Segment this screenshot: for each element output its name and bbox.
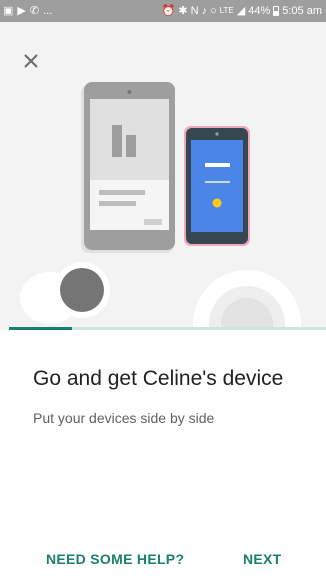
wifi-icon: ○ — [210, 4, 217, 17]
battery-percent: 44% — [248, 5, 271, 17]
bluetooth-icon: ✱ — [178, 4, 188, 17]
status-time: 5:05 am — [282, 5, 322, 17]
setup-screen: ▣ ▶ ✆ ... ⏰ ✱ N ♪ ○ LTE ◢ 44% 5:05 am Go… — [0, 0, 326, 579]
status-bar-notifications: ▣ ▶ ✆ ... — [3, 5, 52, 17]
battery-icon — [273, 6, 280, 16]
alarm-icon: ⏰ — [161, 4, 176, 17]
close-button[interactable] — [20, 50, 42, 72]
next-button[interactable]: NEXT — [243, 551, 282, 567]
whatsapp-icon: ✆ — [29, 4, 40, 17]
play-store-icon: ▶ — [17, 4, 26, 17]
phone-illustration — [184, 126, 250, 246]
illustration-svg — [20, 82, 301, 330]
setup-progress-bar — [9, 327, 326, 330]
page-title: Go and get Celine's device — [33, 367, 284, 390]
lte-icon: LTE — [219, 6, 234, 15]
setup-progress-fill — [9, 327, 73, 330]
device-illustration — [0, 22, 326, 330]
donut-plate-illustration — [193, 270, 301, 330]
close-icon — [24, 54, 38, 68]
signal-icon: ◢ — [236, 4, 246, 17]
tablet-illustration — [84, 82, 175, 250]
nfc-icon: N — [190, 4, 199, 17]
page-subtitle: Put your devices side by side — [33, 410, 215, 426]
coffee-cup-illustration — [20, 262, 110, 324]
need-help-button[interactable]: NEED SOME HELP? — [46, 551, 184, 567]
status-bar: ▣ ▶ ✆ ... ⏰ ✱ N ♪ ○ LTE ◢ 44% 5:05 am — [0, 0, 326, 22]
status-ellipsis: ... — [43, 5, 53, 17]
mute-icon: ♪ — [201, 4, 208, 17]
status-bar-system: ⏰ ✱ N ♪ ○ LTE ◢ 44% 5:05 am — [162, 5, 322, 17]
image-icon: ▣ — [3, 4, 14, 17]
